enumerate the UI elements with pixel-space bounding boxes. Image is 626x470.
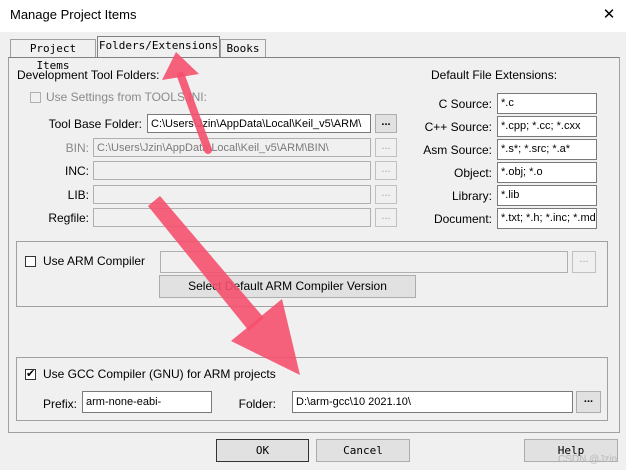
- bin-label: BIN:: [65, 141, 89, 155]
- gcc-prefix-label: Prefix:: [42, 397, 77, 411]
- tool-base-browse-button[interactable]: ...: [375, 114, 397, 133]
- gcc-prefix-input[interactable]: arm-none-eabi-: [82, 391, 212, 413]
- use-gcc-compiler-label: Use GCC Compiler (GNU) for ARM projects: [43, 367, 276, 381]
- regfile-browse-button[interactable]: ...: [375, 208, 397, 227]
- inc-label: INC:: [65, 164, 89, 178]
- use-tools-ini-checkbox[interactable]: [30, 92, 41, 103]
- bin-browse-button[interactable]: ...: [375, 138, 397, 157]
- regfile-label: Regfile:: [48, 211, 89, 225]
- asm-source-label: Asm Source:: [423, 143, 492, 157]
- gcc-folder-label: Folder:: [238, 397, 276, 411]
- use-gcc-compiler-checkbox[interactable]: ✔: [25, 369, 36, 380]
- c-source-label: C Source:: [438, 97, 492, 111]
- watermark: CSDN @Jzin: [558, 454, 618, 465]
- arm-compiler-path-input[interactable]: [160, 251, 568, 273]
- regfile-input[interactable]: [93, 208, 371, 227]
- tab-project-items[interactable]: Project Items: [10, 39, 96, 72]
- use-tools-ini-label: Use Settings from TOOLS.INI:: [46, 90, 207, 104]
- lib-browse-button[interactable]: ...: [375, 185, 397, 204]
- tool-base-folder-label: Tool Base Folder:: [48, 117, 142, 131]
- use-arm-compiler-checkbox[interactable]: [25, 256, 36, 267]
- library-ext-input[interactable]: *.lib: [497, 185, 597, 206]
- library-label: Library:: [451, 189, 492, 203]
- cpp-source-ext-input[interactable]: *.cpp; *.cc; *.cxx: [497, 116, 597, 137]
- cpp-source-label: C++ Source:: [424, 120, 492, 134]
- inc-folder-input[interactable]: [93, 161, 371, 180]
- bin-folder-input[interactable]: C:\Users\Jzin\AppData\Local\Keil_v5\ARM\…: [93, 138, 371, 157]
- dev-tool-folders-heading: Development Tool Folders:: [17, 68, 160, 82]
- inc-browse-button[interactable]: ...: [375, 161, 397, 180]
- lib-folder-input[interactable]: [93, 185, 371, 204]
- gcc-folder-browse-button[interactable]: ...: [576, 391, 601, 413]
- asm-source-ext-input[interactable]: *.s*; *.src; *.a*: [497, 139, 597, 160]
- tab-folders-extensions[interactable]: Folders/Extensions: [97, 36, 220, 57]
- window-title: Manage Project Items: [10, 7, 137, 22]
- title-bar: Manage Project Items ✕: [0, 0, 626, 32]
- object-label: Object:: [453, 166, 492, 180]
- lib-label: LIB:: [67, 188, 89, 202]
- gcc-folder-input[interactable]: D:\arm-gcc\10 2021.10\: [292, 391, 573, 413]
- cancel-button[interactable]: Cancel: [316, 439, 410, 462]
- document-ext-input[interactable]: *.txt; *.h; *.inc; *.md: [497, 208, 597, 229]
- document-label: Document:: [433, 212, 492, 226]
- tab-books[interactable]: Books: [220, 39, 266, 57]
- c-source-ext-input[interactable]: *.c: [497, 93, 597, 114]
- use-arm-compiler-label: Use ARM Compiler: [43, 254, 146, 268]
- ok-button[interactable]: OK: [216, 439, 309, 462]
- default-extensions-heading: Default File Extensions:: [431, 68, 558, 82]
- arm-compiler-browse-button[interactable]: ...: [572, 251, 596, 273]
- close-icon[interactable]: ✕: [598, 4, 620, 26]
- select-arm-compiler-version-button[interactable]: Select Default ARM Compiler Version: [159, 275, 416, 298]
- object-ext-input[interactable]: *.obj; *.o: [497, 162, 597, 183]
- tool-base-folder-input[interactable]: C:\Users\Jzin\AppData\Local\Keil_v5\ARM\: [147, 114, 371, 133]
